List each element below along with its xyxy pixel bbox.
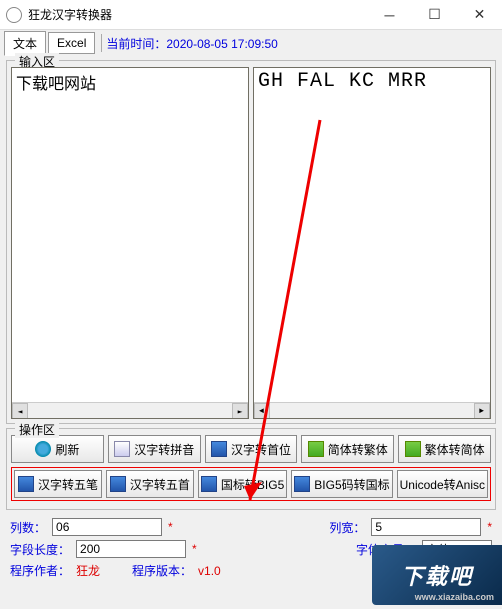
scrollbar-right[interactable]: ◄ ► [254,402,490,418]
tab-excel[interactable]: Excel [48,32,95,54]
scroll-right-arrow-icon[interactable]: ► [474,403,490,419]
required-star: * [487,520,492,534]
operation-area-legend: 操作区 [15,421,59,438]
maximize-button[interactable]: ☐ [412,0,457,30]
app-icon [6,7,22,23]
required-star: * [192,542,197,556]
minimize-button[interactable]: ─ [367,0,412,30]
doc-icon [110,476,126,492]
doc-icon [294,476,310,492]
input-area-fieldset: 输入区 下载吧网站 ◄ ► GH FAL KC MRR ◄ ► [6,60,496,424]
title-bar: 狂龙汉字转换器 ─ ☐ ✕ [0,0,502,30]
scroll-right-arrow-icon[interactable]: ► [232,403,248,419]
close-button[interactable]: ✕ [457,0,502,30]
fieldlen-label: 字段长度： [10,541,70,558]
required-star: * [168,520,173,534]
width-label: 列宽： [329,519,365,536]
gb-to-big5-button[interactable]: 国标转BIG5 [198,470,287,498]
author-value: 狂龙 [76,562,100,579]
window-title: 狂龙汉字转换器 [28,6,367,23]
width-input[interactable] [371,518,481,536]
cols-label: 列数： [10,519,46,536]
output-textbox-right[interactable]: GH FAL KC MRR ◄ ► [253,67,491,419]
divider [101,34,102,52]
scroll-left-arrow-icon[interactable]: ◄ [254,403,270,419]
highlighted-row: 汉字转五笔 汉字转五首 国标转BIG5 BIG5码转国标 Unicode转Ani… [11,467,491,501]
cols-input[interactable] [52,518,162,536]
version-label: 程序版本： [132,562,192,579]
author-label: 程序作者： [10,562,70,579]
hanzi-to-shouwei-button[interactable]: 汉字转首位 [205,435,298,463]
doc-icon [201,476,217,492]
scroll-left-arrow-icon[interactable]: ◄ [12,403,28,419]
big5-to-gb-button[interactable]: BIG5码转国标 [291,470,392,498]
output-right-text: GH FAL KC MRR [258,70,486,109]
operation-area-fieldset: 操作区 刷新 汉字转拼音 汉字转首位 简体转繁体 繁体转简体 汉字转五笔 汉字转… [6,428,496,510]
hanzi-to-wushou-button[interactable]: 汉字转五首 [106,470,194,498]
watermark-logo: 下载吧 www.xiazaiba.com [372,545,502,605]
fieldlen-input[interactable] [76,540,186,558]
doc-icon [405,441,421,457]
doc-icon [211,441,227,457]
refresh-button[interactable]: 刷新 [11,435,104,463]
toolbar: 文本 Excel 当前时间：2020-08-05 17:09:50 [0,30,502,56]
doc-icon [308,441,324,457]
printer-icon [18,476,34,492]
doc-icon [114,441,130,457]
jian-to-fan-button[interactable]: 简体转繁体 [301,435,394,463]
unicode-to-ansi-button[interactable]: Unicode转Anisc [397,470,488,498]
input-left-text: 下载吧网站 [16,70,244,110]
input-textbox-left[interactable]: 下载吧网站 ◄ ► [11,67,249,419]
hanzi-to-pinyin-button[interactable]: 汉字转拼音 [108,435,201,463]
refresh-icon [35,441,51,457]
fan-to-jian-button[interactable]: 繁体转简体 [398,435,491,463]
hanzi-to-wubi-button[interactable]: 汉字转五笔 [14,470,102,498]
scrollbar-left[interactable]: ◄ ► [12,402,248,418]
version-value: v1.0 [198,564,221,578]
time-label: 当前时间：2020-08-05 17:09:50 [106,35,277,52]
tab-text[interactable]: 文本 [4,31,46,56]
